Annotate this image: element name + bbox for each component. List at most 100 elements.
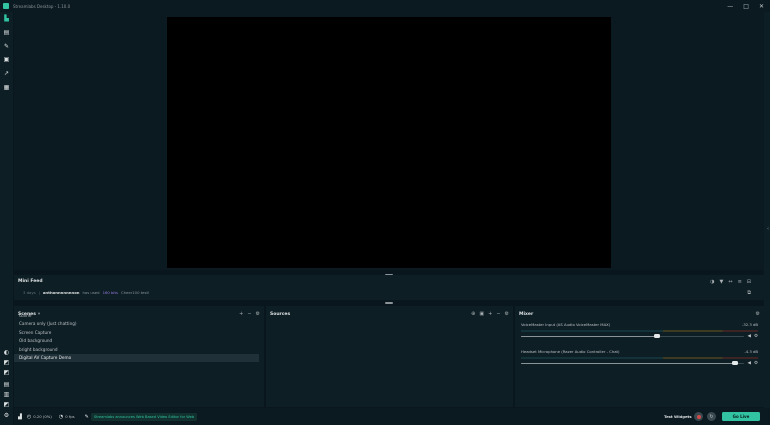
mixer-tools: ⚙ xyxy=(756,311,760,317)
feed-action: has used xyxy=(82,290,100,295)
maximize-button[interactable]: □ xyxy=(743,3,749,10)
mixer-settings-button[interactable]: ⚙ xyxy=(756,311,760,317)
sources-title: Sources xyxy=(270,311,291,317)
cpu-value: 0.20 (0%) xyxy=(33,414,52,419)
mixer-header: Mixer ⚙ xyxy=(519,310,760,318)
volume-knob[interactable] xyxy=(732,360,739,365)
mixer-title: Mixer xyxy=(519,311,534,317)
news-icon: ✎ xyxy=(84,413,89,420)
layout-icon[interactable]: ◩ xyxy=(3,369,10,376)
volume-fill xyxy=(521,362,736,364)
filter-icon[interactable]: ▼ xyxy=(720,279,724,285)
volume-knob[interactable] xyxy=(654,333,661,338)
fps-icon: ◔ xyxy=(58,413,64,420)
sidebar: ▙ ▤ ✎ ▣ ↗ ▦ ◐ ◩ ◩ ▤ ▥ ◩ ⚙ xyxy=(0,12,13,425)
theme-icon[interactable]: ▤ xyxy=(3,29,10,36)
feed-note: Cheer100 test! xyxy=(120,290,150,295)
app-logo-icon xyxy=(3,3,9,9)
sources-tools: ⊕ ▣ + − ⚙ xyxy=(471,311,509,317)
source-list xyxy=(270,318,512,407)
volume-meter xyxy=(521,357,758,359)
mute-alerts-icon[interactable]: ◑ xyxy=(710,279,714,285)
scene-item[interactable]: Screen Capture xyxy=(14,328,259,337)
news-banner[interactable]: ✎ Streamlabs announces Web Based Video E… xyxy=(84,412,198,421)
gear-icon[interactable]: ⚙ xyxy=(754,334,758,339)
editor-icon[interactable]: ▙ xyxy=(3,15,10,22)
streamlabs-app: Streamlabs Desktop - 1.10.0 — □ ✕ ▙ ▤ ✎ … xyxy=(0,0,770,425)
folder-button[interactable]: ▣ xyxy=(479,311,484,317)
mixer-channel-name: VoiceMaster Input (AS Audio VoiceMaster … xyxy=(521,322,611,327)
volume-meter xyxy=(521,330,758,332)
stats-icon[interactable]: ↗ xyxy=(3,70,10,77)
record-icon xyxy=(696,414,701,419)
mixer-panel: Mixer ⚙ VoiceMaster Input (AS Audio Voic… xyxy=(515,306,764,407)
mini-feed-title: Mini Feed xyxy=(18,279,43,284)
title-bar: Streamlabs Desktop - 1.10.0 — □ ✕ xyxy=(0,0,770,12)
volume-slider[interactable] xyxy=(521,333,744,338)
cpu-stat: ▟ ◴ 0.20 (0%) xyxy=(18,414,52,420)
close-button[interactable]: ✕ xyxy=(759,3,764,10)
scene-list: Game Camera only (Just chatting) Screen … xyxy=(14,311,259,362)
feed-amount: 160 bits xyxy=(102,290,118,295)
speaker-icon[interactable]: ◀ xyxy=(748,361,751,366)
scene-item[interactable]: Old background xyxy=(14,337,259,346)
collapse-icon[interactable]: ⊟ xyxy=(747,279,751,285)
studio-icon[interactable]: ✎ xyxy=(3,43,10,50)
feed-separator: | xyxy=(38,290,40,295)
test-widgets-button[interactable]: Test Widgets xyxy=(664,414,692,419)
studio-mode-icon[interactable]: ◩ xyxy=(3,359,10,366)
news-text[interactable]: Streamlabs announces Web Based Video Edi… xyxy=(90,412,198,421)
feed-item[interactable]: 3 days | anthonnnnnnnon has used 160 bit… xyxy=(23,290,150,295)
library-icon[interactable]: ▣ xyxy=(3,56,10,63)
scene-item[interactable]: Game xyxy=(14,311,259,320)
mini-feed: Mini Feed 3 days | anthonnnnnnnon has us… xyxy=(14,275,764,300)
add-source-button[interactable]: + xyxy=(488,311,492,317)
mixer-channel: VoiceMaster Input (AS Audio VoiceMaster … xyxy=(521,322,758,347)
remove-source-button[interactable]: − xyxy=(496,311,500,317)
gear-icon[interactable]: ⚙ xyxy=(754,361,758,366)
replay-icon: ↻ xyxy=(709,413,714,420)
popout-icon[interactable]: ⧉ xyxy=(747,290,751,296)
fps-stat: ◔ 0 fps xyxy=(59,414,75,420)
fps-value: 0 fps xyxy=(65,414,75,419)
scene-item-selected[interactable]: Digital AV Capture Demo xyxy=(14,353,259,362)
volume-slider[interactable] xyxy=(521,360,744,365)
settings-list-icon[interactable]: ▥ xyxy=(3,391,10,398)
sources-header: Sources ⊕ ▣ + − ⚙ xyxy=(270,310,509,318)
footer: ▟ ◴ 0.20 (0%) ◔ 0 fps ✎ Streamlabs annou… xyxy=(14,408,770,425)
feed-time: 3 days xyxy=(23,290,36,295)
scene-item[interactable]: Camera only (Just chatting) xyxy=(14,320,259,329)
mixer-channel: Headset Microphone (Razer Audio Controll… xyxy=(521,349,758,374)
expand-icon[interactable]: ↔ xyxy=(728,279,732,285)
stream-preview[interactable] xyxy=(167,17,611,268)
record-button[interactable] xyxy=(694,412,703,421)
mixer-channel-db: -32.3 dB xyxy=(741,322,758,327)
right-dock-edge: ‹ xyxy=(764,12,770,425)
feed-user: anthonnnnnnnon xyxy=(42,290,80,295)
go-live-button[interactable]: Go Live xyxy=(722,412,760,421)
chevron-left-icon[interactable]: ‹ xyxy=(767,226,769,232)
volume-fill xyxy=(521,335,658,337)
source-settings-button[interactable]: ⚙ xyxy=(505,311,509,317)
scenes-panel: Scenes ▾ + − ⚙ Game Camera only (Just ch… xyxy=(14,306,264,407)
scene-item[interactable]: bright background xyxy=(14,345,259,354)
sources-panel: Sources ⊕ ▣ + − ⚙ xyxy=(266,306,513,407)
cpu-icon: ▟ xyxy=(18,413,22,420)
mini-feed-tools: ◑ ▼ ↔ ≡ ⊟ xyxy=(710,279,751,285)
help-icon[interactable]: ◐ xyxy=(3,349,10,356)
window-title: Streamlabs Desktop - 1.10.0 xyxy=(13,3,71,9)
performance-icon: ◴ xyxy=(26,413,32,420)
tools-icon[interactable]: ◩ xyxy=(3,401,10,408)
replay-buffer-button[interactable]: ↻ xyxy=(707,412,716,421)
media-icon[interactable]: ▦ xyxy=(3,84,10,91)
settings-icon[interactable]: ⚙ xyxy=(3,412,10,419)
menu-icon[interactable]: ≡ xyxy=(738,279,742,285)
minimize-button[interactable]: — xyxy=(727,3,733,10)
window-controls: — □ ✕ xyxy=(727,3,764,10)
mixer-channel-name: Headset Microphone (Razer Audio Controll… xyxy=(521,349,620,354)
speaker-icon[interactable]: ◀ xyxy=(748,334,751,339)
add-group-button[interactable]: ⊕ xyxy=(471,311,475,317)
feed-resize-handle[interactable] xyxy=(385,302,393,304)
notifications-icon[interactable]: ▤ xyxy=(3,381,10,388)
mixer-channel-db: -4.3 dB xyxy=(744,349,758,354)
